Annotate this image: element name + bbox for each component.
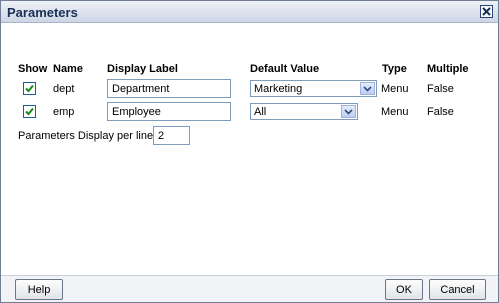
header-multiple: Multiple — [427, 63, 469, 75]
close-button[interactable] — [480, 5, 493, 18]
param-type-dept: Menu — [381, 83, 409, 95]
dialog-footer: Help OK Cancel — [1, 275, 498, 302]
dropdown-arrow-button[interactable] — [341, 105, 356, 118]
chevron-down-icon — [344, 108, 353, 115]
header-display-label: Display Label — [107, 63, 178, 75]
help-button[interactable]: Help — [15, 279, 63, 300]
dropdown-arrow-button[interactable] — [360, 82, 375, 95]
display-label-input-emp[interactable] — [107, 102, 231, 121]
default-value-select-emp[interactable]: All — [250, 103, 358, 120]
cancel-button[interactable]: Cancel — [429, 279, 486, 300]
checkmark-icon — [25, 107, 34, 116]
default-value-emp: All — [254, 106, 267, 118]
header-default-value: Default Value — [250, 63, 320, 75]
dialog-title: Parameters — [7, 5, 78, 20]
param-name-dept: dept — [53, 83, 75, 95]
dialog-content: Show Name Display Label Default Value Ty… — [1, 24, 498, 274]
show-checkbox-emp[interactable] — [23, 105, 36, 118]
ok-button[interactable]: OK — [385, 279, 423, 300]
param-multiple-dept: False — [427, 83, 454, 95]
header-name: Name — [53, 63, 83, 75]
header-show: Show — [18, 63, 48, 75]
param-name-emp: emp — [53, 106, 75, 118]
param-multiple-emp: False — [427, 106, 454, 118]
param-type-emp: Menu — [381, 106, 409, 118]
default-value-dept: Marketing — [254, 83, 303, 95]
close-icon — [482, 7, 491, 16]
default-value-select-dept[interactable]: Marketing — [250, 80, 377, 97]
parameters-dialog: Parameters Show Name Display Label Defau… — [0, 0, 499, 303]
show-checkbox-dept[interactable] — [23, 82, 36, 95]
per-line-input[interactable] — [153, 126, 190, 145]
per-line-label: Parameters Display per line — [18, 130, 154, 142]
chevron-down-icon — [363, 85, 372, 92]
display-label-input-dept[interactable] — [107, 79, 231, 98]
checkmark-icon — [25, 84, 34, 93]
header-type: Type — [382, 63, 407, 75]
title-bar: Parameters — [1, 1, 498, 23]
